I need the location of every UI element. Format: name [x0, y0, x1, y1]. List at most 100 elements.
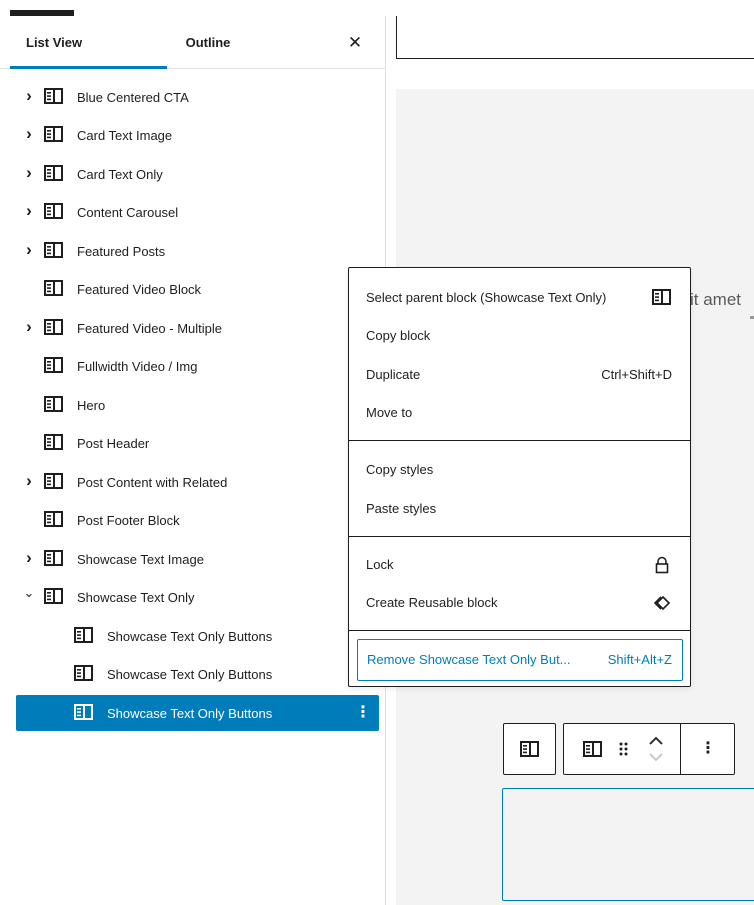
list-item[interactable]: › Blue Centered CTA: [16, 79, 379, 115]
list-item[interactable]: › Card Text Only: [16, 156, 379, 192]
paste-styles-label: Paste styles: [366, 501, 437, 516]
list-item[interactable]: ⌄ Showcase Text Only: [16, 579, 379, 615]
parent-block-toolbar: [503, 723, 556, 775]
block-icon: [44, 203, 64, 221]
lock-label: Lock: [366, 557, 394, 572]
block-icon: [583, 741, 602, 757]
panel-tabs: List View Outline ✕: [0, 16, 386, 69]
list-item[interactable]: Featured Video Block: [16, 271, 379, 307]
copy-styles-label: Copy styles: [366, 462, 434, 477]
list-item-label: Post Content with Related: [77, 475, 228, 490]
list-item[interactable]: › Content Carousel: [16, 194, 379, 230]
block-icon: [44, 473, 64, 491]
chevron-right-icon[interactable]: ›: [22, 241, 36, 260]
paste-styles-menu-item[interactable]: Paste styles: [349, 490, 690, 528]
list-item[interactable]: › Card Text Image: [16, 117, 379, 153]
block-toolbar: ⋮: [563, 723, 735, 775]
list-item-label: Card Text Image: [77, 128, 173, 143]
list-item[interactable]: Fullwidth Video / Img: [16, 348, 379, 384]
list-item-selected[interactable]: Showcase Text Only Buttons ⋮: [16, 695, 379, 731]
select-parent-label: Select parent block (Showcase Text Only): [366, 290, 607, 305]
list-item-label: Content Carousel: [77, 205, 179, 220]
select-parent-toolbar-button[interactable]: [504, 724, 555, 774]
chevron-right-icon[interactable]: ›: [22, 87, 36, 106]
block-icon: [44, 550, 64, 568]
list-item-label: Post Footer Block: [77, 513, 180, 528]
create-reusable-menu-item[interactable]: Create Reusable block: [349, 584, 690, 622]
toolbar-divider: [680, 724, 681, 774]
list-item[interactable]: Showcase Text Only Buttons: [16, 656, 379, 692]
chevron-right-icon[interactable]: ›: [22, 202, 36, 221]
list-item[interactable]: Showcase Text Only Buttons: [16, 618, 379, 654]
chevron-right-icon[interactable]: ›: [22, 472, 36, 491]
block-type-button[interactable]: [568, 724, 614, 774]
block-icon: [44, 88, 64, 106]
duplicate-menu-item[interactable]: Duplicate Ctrl+Shift+D: [349, 356, 690, 394]
block-icon: [44, 588, 64, 606]
block-icon: [520, 741, 539, 757]
block-icon: [44, 357, 64, 375]
list-item-label: Featured Posts: [77, 244, 166, 259]
copy-block-label: Copy block: [366, 328, 431, 343]
tab-list-view[interactable]: List View: [26, 16, 82, 69]
list-item[interactable]: Post Footer Block: [16, 502, 379, 538]
canvas-top-block[interactable]: [396, 16, 754, 59]
list-item[interactable]: Hero: [16, 387, 379, 423]
move-up-icon[interactable]: [642, 724, 670, 748]
lock-icon: [655, 556, 669, 574]
copy-block-menu-item[interactable]: Copy block: [349, 317, 690, 355]
move-to-menu-item[interactable]: Move to: [349, 394, 690, 432]
list-item-label: Blue Centered CTA: [77, 90, 189, 105]
block-options-menu: Select parent block (Showcase Text Only)…: [348, 267, 691, 687]
block-icon: [44, 280, 64, 298]
close-icon[interactable]: ✕: [342, 30, 368, 56]
move-to-label: Move to: [366, 405, 413, 420]
chevron-right-icon[interactable]: ›: [22, 549, 36, 568]
move-down-icon[interactable]: [642, 748, 670, 774]
block-icon: [44, 165, 64, 183]
list-item[interactable]: › Showcase Text Image: [16, 541, 379, 577]
list-item-label: Showcase Text Only Buttons: [107, 629, 273, 644]
block-icon: [74, 704, 94, 722]
chevron-right-icon[interactable]: ›: [22, 125, 36, 144]
more-vertical-icon[interactable]: ⋮: [682, 724, 734, 774]
block-icon: [74, 665, 94, 683]
more-vertical-icon[interactable]: ⋮: [355, 695, 371, 731]
list-item-label: Hero: [77, 398, 106, 413]
chevron-down-icon[interactable]: ⌄: [22, 586, 36, 606]
list-item-label: Showcase Text Only Buttons: [107, 667, 273, 682]
list-item-label: Post Header: [77, 436, 150, 451]
menu-divider: [349, 536, 690, 537]
remove-shortcut: Shift+Alt+Z: [607, 652, 672, 667]
list-item[interactable]: › Post Content with Related: [16, 464, 379, 500]
canvas-text-fragment-mark: [750, 316, 754, 319]
remove-block-menu-item[interactable]: Remove Showcase Text Only But... Shift+A…: [357, 639, 683, 681]
list-item[interactable]: › Featured Posts: [16, 233, 379, 269]
reusable-icon: [653, 595, 671, 611]
duplicate-label: Duplicate: [366, 367, 421, 382]
lock-menu-item[interactable]: Lock: [349, 546, 690, 584]
list-view-panel: List View Outline ✕ › Blue Centered CTA › C…: [0, 16, 386, 905]
chevron-right-icon[interactable]: ›: [22, 164, 36, 183]
remove-label: Remove Showcase Text Only But...: [367, 652, 571, 667]
block-icon: [44, 242, 64, 260]
menu-divider: [349, 440, 690, 441]
block-icon: [44, 319, 64, 337]
duplicate-shortcut: Ctrl+Shift+D: [601, 367, 672, 382]
drag-handle-icon[interactable]: [614, 724, 634, 774]
selected-block-outline[interactable]: [502, 788, 754, 901]
block-icon: [652, 289, 671, 305]
list-item-label: Showcase Text Only: [77, 590, 195, 605]
list-item[interactable]: › Featured Video - Multiple: [16, 310, 379, 346]
block-icon: [44, 511, 64, 529]
copy-styles-menu-item[interactable]: Copy styles: [349, 451, 690, 489]
list-item-label: Fullwidth Video / Img: [77, 359, 198, 374]
block-icon: [74, 627, 94, 645]
chevron-right-icon[interactable]: ›: [22, 318, 36, 337]
tab-outline[interactable]: Outline: [185, 16, 231, 69]
list-item[interactable]: Post Header: [16, 425, 379, 461]
select-parent-menu-item[interactable]: Select parent block (Showcase Text Only): [349, 279, 690, 317]
list-item-label: Showcase Text Only Buttons: [107, 706, 273, 721]
list-item-label: Featured Video - Multiple: [77, 321, 223, 336]
canvas-text-fragment: it amet: [690, 290, 742, 309]
